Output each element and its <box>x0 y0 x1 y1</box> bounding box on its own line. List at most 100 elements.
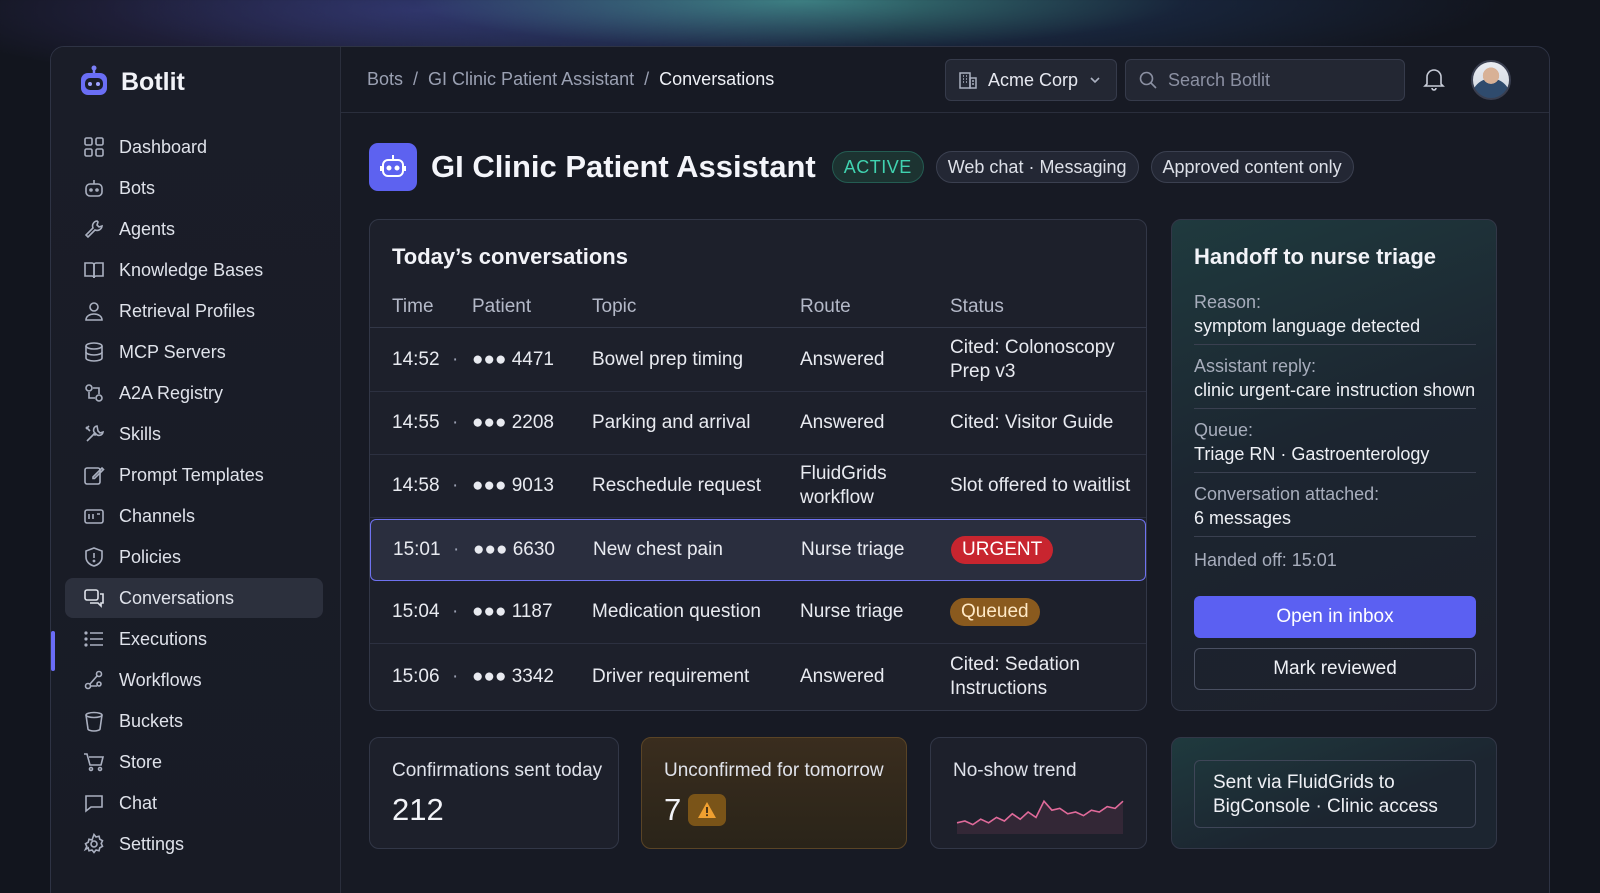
table-row[interactable]: 14:52 · ●●● 4471 Bowel prep timing Answe… <box>370 328 1146 392</box>
sidebar-item-settings[interactable]: Settings <box>65 824 323 864</box>
sidebar-item-label: Bots <box>119 177 156 198</box>
notifications-button[interactable] <box>1423 67 1445 96</box>
sidebar-item-channels[interactable]: Channels <box>65 496 323 536</box>
cell-separator: · <box>452 412 459 433</box>
sidebar-item-executions[interactable]: Executions <box>65 619 323 659</box>
table-row[interactable]: 14:58 · ●●● 9013 Reschedule request Flui… <box>370 455 1146 518</box>
org-selector[interactable]: Acme Corp <box>945 59 1117 101</box>
cell-separator: · <box>452 475 459 496</box>
sidebar-item-dashboard[interactable]: Dashboard <box>65 127 323 167</box>
sidebar-item-policies[interactable]: Policies <box>65 537 323 577</box>
stat-value: 212 <box>392 792 444 827</box>
search-input[interactable] <box>1168 69 1388 91</box>
sidebar-item-skills[interactable]: Skills <box>65 414 323 454</box>
sidebar-item-label: Executions <box>119 628 208 649</box>
field-label: Conversation attached: <box>1194 484 1380 504</box>
sidebar-item-retrieval-profiles[interactable]: Retrieval Profiles <box>65 291 323 331</box>
bot-icon <box>85 180 103 197</box>
sidebar-item-workflows[interactable]: Workflows <box>65 660 323 700</box>
cell-time: 14:52 <box>392 348 440 370</box>
sidebar-item-buckets[interactable]: Buckets <box>65 701 323 741</box>
breadcrumb: Bots / GI Clinic Patient Assistant / Con… <box>367 69 774 90</box>
cell-topic: Parking and arrival <box>592 412 751 433</box>
cell-route: Nurse triage <box>800 601 904 622</box>
field-label: Assistant reply: <box>1194 356 1317 376</box>
conversations-card: Today’s conversations Time Patient Topic… <box>369 219 1147 711</box>
bell-icon <box>1423 69 1445 91</box>
table-row-selected[interactable]: 15:01 · ●●● 6630 New chest pain Nurse tr… <box>370 519 1146 581</box>
cell-topic: Medication question <box>592 601 761 622</box>
cell-route: Answered <box>800 412 885 433</box>
table-row[interactable]: 14:55 · ●●● 2208 Parking and arrival Ans… <box>370 392 1146 455</box>
sidebar-item-label: A2A Registry <box>119 382 224 403</box>
breadcrumb-bots[interactable]: Bots <box>367 69 403 90</box>
unconfirmed-card: Unconfirmed for tomorrow 7 <box>641 737 907 849</box>
cell-route: Nurse triage <box>801 539 905 560</box>
status-badge: ACTIVE <box>831 151 924 183</box>
sidebar-item-label: Skills <box>119 423 162 444</box>
sidebar-item-agents[interactable]: Agents <box>65 209 323 249</box>
urgent-badge: URGENT <box>951 536 1054 564</box>
sidebar-item-label: Dashboard <box>119 136 208 157</box>
top-bar: Bots / GI Clinic Patient Assistant / Con… <box>341 47 1549 113</box>
sidebar-item-label: Conversations <box>119 587 235 608</box>
cell-topic: Reschedule request <box>592 475 761 496</box>
brand[interactable]: Botlit <box>77 65 185 99</box>
sidebar-item-a2a-registry[interactable]: A2A Registry <box>65 373 323 413</box>
cell-topic: New chest pain <box>593 539 723 560</box>
open-in-inbox-button[interactable]: Open in inbox <box>1194 596 1476 638</box>
table-header: Time Patient Topic Route Status <box>370 292 1146 328</box>
queued-badge: Queued <box>950 598 1040 626</box>
cell-route: Answered <box>800 666 885 687</box>
workflow-icon <box>84 670 103 690</box>
sidebar-nav: Dashboard Bots Agents Knowledge Bases Re… <box>65 127 323 865</box>
sent-via-line: BigConsole · Clinic access <box>1213 796 1438 817</box>
sidebar-item-label: Prompt Templates <box>119 464 264 485</box>
stat-label: Confirmations sent today <box>392 760 603 781</box>
field-label: Reason: <box>1194 292 1262 312</box>
mark-reviewed-button[interactable]: Mark reviewed <box>1194 648 1476 690</box>
handoff-field-reason: Reason: symptom language detected <box>1194 290 1476 345</box>
confirmations-card: Confirmations sent today 212 <box>369 737 619 849</box>
sent-via-line: Sent via FluidGrids to <box>1213 772 1395 793</box>
field-label: Queue: <box>1194 420 1254 440</box>
field-value: clinic urgent-care instruction shown <box>1194 380 1476 400</box>
column-header: Patient <box>472 296 532 317</box>
sent-via-box[interactable]: Sent via FluidGrids to BigConsole · Clin… <box>1194 760 1476 828</box>
breadcrumb-bot[interactable]: GI Clinic Patient Assistant <box>428 69 634 90</box>
breadcrumb-separator: / <box>413 69 419 89</box>
channels-icon <box>84 509 104 524</box>
table-row[interactable]: 15:06 · ●●● 3342 Driver requirement Answ… <box>370 644 1146 710</box>
handoff-field-attached: Conversation attached: 6 messages <box>1194 482 1476 537</box>
noshow-trend-card: No-show trend <box>930 737 1147 849</box>
sidebar-item-label: Chat <box>119 792 158 813</box>
cell-topic: Driver requirement <box>592 666 750 687</box>
building-icon <box>959 72 977 89</box>
sidebar-item-mcp-servers[interactable]: MCP Servers <box>65 332 323 372</box>
conversations-title: Today’s conversations <box>392 244 628 269</box>
column-header: Status <box>950 296 1004 317</box>
handoff-field-queue: Queue: Triage RN · Gastroenterology <box>1194 418 1476 473</box>
bot-avatar-icon <box>369 143 417 191</box>
field-value: symptom language detected <box>1194 316 1421 336</box>
sidebar-item-prompt-templates[interactable]: Prompt Templates <box>65 455 323 495</box>
sidebar-item-conversations[interactable]: Conversations <box>65 578 323 618</box>
table-row[interactable]: 15:04 · ●●● 1187 Medication question Nur… <box>370 581 1146 644</box>
page-header: GI Clinic Patient Assistant ACTIVE Web c… <box>369 143 1354 191</box>
cell-patient: ●●● 9013 <box>472 475 554 496</box>
search-box[interactable] <box>1125 59 1405 101</box>
sidebar-item-chat[interactable]: Chat <box>65 783 323 823</box>
bucket-icon <box>85 711 103 732</box>
sidebar-item-knowledge-bases[interactable]: Knowledge Bases <box>65 250 323 290</box>
avatar[interactable] <box>1471 60 1511 100</box>
cell-status: Cited: Colonoscopy Prep v3 <box>950 336 1115 382</box>
stat-label: Unconfirmed for tomorrow <box>664 760 884 781</box>
message-icon <box>85 795 103 813</box>
sidebar-item-bots[interactable]: Bots <box>65 168 323 208</box>
cell-separator: · <box>452 666 459 687</box>
tools-icon <box>85 425 104 442</box>
sent-via-card: Sent via FluidGrids to BigConsole · Clin… <box>1171 737 1497 849</box>
cell-patient: ●●● 4471 <box>472 348 554 370</box>
sidebar-item-store[interactable]: Store <box>65 742 323 782</box>
sidebar-item-label: Buckets <box>119 710 184 731</box>
